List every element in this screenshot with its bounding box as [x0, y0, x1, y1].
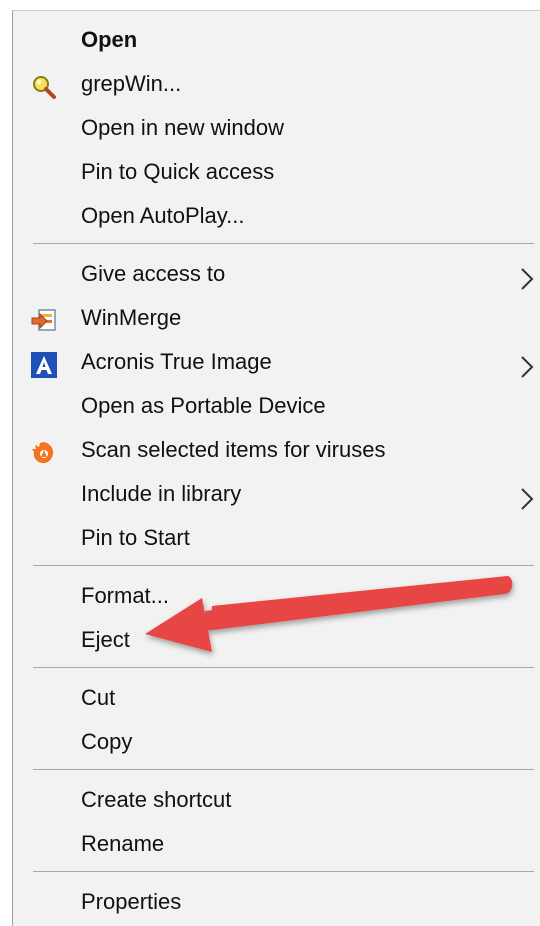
menu-item-open-autoplay[interactable]: Open AutoPlay...: [13, 194, 540, 238]
menu-item-cut[interactable]: Cut: [13, 676, 540, 720]
menu-item-copy[interactable]: Copy: [13, 720, 540, 764]
menu-item-label: Open AutoPlay...: [81, 203, 245, 228]
menu-item-label: grepWin...: [81, 71, 182, 96]
separator: [33, 667, 534, 668]
menu-item-label: Properties: [81, 889, 182, 914]
grepwin-icon: [31, 71, 57, 99]
menu-item-format[interactable]: Format...: [13, 574, 540, 618]
menu-item-label: Create shortcut: [81, 787, 232, 812]
menu-item-pin-start[interactable]: Pin to Start: [13, 516, 540, 560]
separator: [33, 565, 534, 566]
menu-item-give-access[interactable]: Give access to: [13, 252, 540, 296]
menu-item-label: Copy: [81, 729, 133, 754]
menu-item-pin-quick-access[interactable]: Pin to Quick access: [13, 150, 540, 194]
context-menu: Open grepWin... Open in new window Pin t…: [12, 10, 540, 926]
chevron-right-icon: [520, 482, 534, 510]
menu-item-rename[interactable]: Rename: [13, 822, 540, 866]
menu-item-label: Pin to Start: [81, 525, 190, 550]
menu-item-label: Open in new window: [81, 115, 285, 140]
menu-item-scan-viruses[interactable]: Scan selected items for viruses: [13, 428, 540, 472]
separator: [33, 769, 534, 770]
menu-item-eject[interactable]: Eject: [13, 618, 540, 662]
menu-item-label: Format...: [81, 583, 170, 608]
menu-item-include-library[interactable]: Include in library: [13, 472, 540, 516]
menu-item-winmerge[interactable]: WinMerge: [13, 296, 540, 340]
acronis-icon: [31, 349, 57, 378]
menu-item-open-new-window[interactable]: Open in new window: [13, 106, 540, 150]
avast-icon: [31, 437, 57, 464]
menu-item-label: Cut: [81, 685, 116, 710]
menu-item-label: Rename: [81, 831, 165, 856]
menu-item-open[interactable]: Open: [13, 18, 540, 62]
menu-item-label: Open as Portable Device: [81, 393, 326, 418]
menu-item-label: Pin to Quick access: [81, 159, 275, 184]
menu-item-label: Scan selected items for viruses: [81, 437, 386, 462]
menu-item-label: WinMerge: [81, 305, 182, 330]
menu-item-label: Acronis True Image: [81, 349, 272, 374]
separator: [33, 243, 534, 244]
winmerge-icon: [31, 305, 57, 331]
menu-item-grepwin[interactable]: grepWin...: [13, 62, 540, 106]
menu-item-open-portable[interactable]: Open as Portable Device: [13, 384, 540, 428]
chevron-right-icon: [520, 350, 534, 378]
menu-item-acronis[interactable]: Acronis True Image: [13, 340, 540, 384]
menu-item-label: Eject: [81, 627, 130, 652]
menu-item-create-shortcut[interactable]: Create shortcut: [13, 778, 540, 822]
separator: [33, 871, 534, 872]
menu-item-label: Open: [81, 27, 138, 52]
menu-item-label: Include in library: [81, 481, 242, 506]
chevron-right-icon: [520, 262, 534, 290]
menu-item-label: Give access to: [81, 261, 226, 286]
menu-item-properties[interactable]: Properties: [13, 880, 540, 924]
